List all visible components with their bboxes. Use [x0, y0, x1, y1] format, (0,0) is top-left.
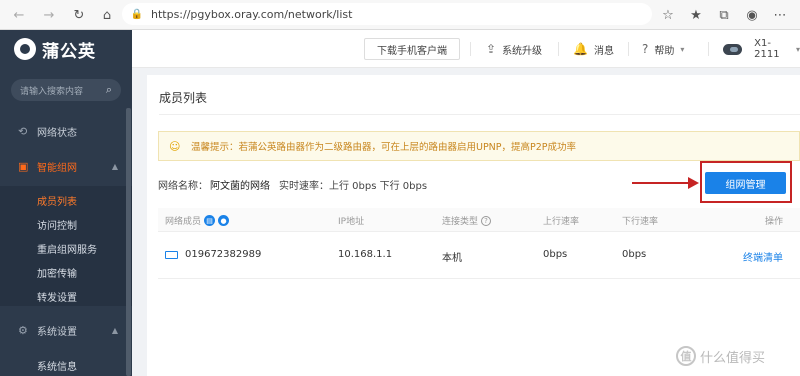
column-header-upload: 上行速率: [543, 214, 579, 227]
sidebar-subitem-access-control[interactable]: 访问控制: [0, 213, 132, 235]
address-bar[interactable]: 🔒 https://pgybox.oray.com/network/list: [122, 3, 652, 25]
sidebar-item-label: 网络状态: [37, 127, 77, 139]
cell-member: 019672382989: [165, 249, 261, 260]
cell-upload-speed: 0bps: [543, 249, 568, 260]
divider: [158, 278, 800, 279]
column-header-label: 下行速率: [622, 217, 659, 227]
back-icon[interactable]: ←: [6, 2, 32, 28]
annotation-arrow-head: [688, 177, 699, 189]
sidebar-scrollbar[interactable]: [126, 108, 131, 376]
column-header-ip: IP地址: [338, 214, 364, 227]
help-icon: ?: [642, 42, 649, 56]
column-header-label: 上行速率: [543, 217, 580, 227]
network-status-icon: ⟲: [18, 124, 28, 138]
sidebar-subitem-member-list[interactable]: 成员列表: [0, 189, 132, 211]
sidebar-search-input[interactable]: 请输入搜索内容 ⌕: [11, 79, 121, 101]
annotation-highlight-box: [700, 161, 792, 203]
device-name: X1-2111: [754, 38, 780, 60]
annotation-arrow: [632, 182, 690, 184]
network-icon: ▣: [18, 159, 29, 173]
chevron-up-icon: ▲: [111, 325, 118, 335]
chevron-down-icon: ▾: [795, 44, 800, 54]
refresh-icon[interactable]: ↻: [66, 2, 92, 28]
header-divider: [708, 42, 709, 56]
sidebar-item-network-status[interactable]: ⟲ 网络状态: [0, 117, 132, 145]
smile-icon: ☺: [169, 139, 181, 153]
router-device-icon: [723, 43, 743, 55]
network-name: 网络名称： 阿文菌的网络: [158, 177, 270, 192]
question-icon[interactable]: ?: [481, 215, 492, 226]
network-name-value: 阿文菌的网络: [210, 181, 270, 192]
device-group-icon[interactable]: ▤: [204, 215, 216, 226]
cell-connection-type: 本机: [442, 253, 462, 264]
header-divider: [558, 42, 559, 56]
column-header-label: 网络成员: [165, 217, 202, 227]
system-upgrade-label: 系统升级: [502, 45, 543, 57]
user-icon[interactable]: ●: [218, 215, 230, 226]
app-header: 蒲公英 下载手机客户端 ⇪ 系统升级 🔔 消息 ? 帮助 ▾ X1-2111 ▾: [0, 30, 800, 68]
watermark-text: 什么值得买: [700, 350, 766, 366]
logo[interactable]: 蒲公英: [0, 30, 132, 68]
header-divider: [628, 42, 629, 56]
help-menu[interactable]: ? 帮助 ▾: [642, 30, 684, 68]
forward-icon[interactable]: →: [36, 2, 62, 28]
column-header-label: 操作: [765, 217, 784, 227]
member-sn: 019672382989: [185, 249, 262, 260]
bell-icon: 🔔: [573, 42, 588, 56]
column-header-label: 连接类型: [442, 217, 479, 227]
sidebar-subitem-restart-service[interactable]: 重启组网服务: [0, 237, 132, 259]
tip-text: 温馨提示：若蒲公英路由器作为二级路由器，可在上层的路由器启用UPNP，提高P2P…: [191, 142, 577, 153]
favorites-bar-icon[interactable]: ★: [682, 2, 710, 28]
column-header-action: 操作: [765, 214, 783, 227]
more-icon[interactable]: ⋯: [766, 2, 794, 28]
column-header-download: 下行速率: [622, 214, 658, 227]
network-name-label: 网络名称：: [158, 181, 208, 192]
sidebar-item-label: 智能组网: [37, 162, 77, 174]
messages-label: 消息: [593, 45, 614, 57]
divider: [159, 114, 800, 115]
download-app-button[interactable]: 下载手机客户端: [364, 38, 460, 60]
logo-text: 蒲公英: [42, 41, 96, 62]
sidebar-subitem-system-info[interactable]: 系统信息: [0, 354, 132, 376]
member-list-card: 成员列表 ☺ 温馨提示：若蒲公英路由器作为二级路由器，可在上层的路由器启用UPN…: [147, 75, 800, 376]
browser-toolbar: ← → ↻ ⌂ 🔒 https://pgybox.oray.com/networ…: [0, 0, 800, 30]
sidebar-subitem-encryption[interactable]: 加密传输: [0, 261, 132, 283]
sidebar: 请输入搜索内容 ⌕ ⟲ 网络状态 ▣ 智能组网 ▲ 成员列表 访问控制 重启组网…: [0, 68, 132, 376]
home-icon[interactable]: ⌂: [94, 2, 120, 28]
chevron-up-icon: ▲: [111, 161, 118, 171]
messages-button[interactable]: 🔔 消息: [573, 30, 614, 68]
rocket-icon: ⇪: [486, 42, 497, 56]
lock-icon[interactable]: 🔒: [130, 7, 144, 21]
router-icon: [165, 250, 178, 259]
cell-ip: 10.168.1.1: [338, 249, 393, 260]
gear-icon: ⚙: [18, 323, 28, 337]
search-placeholder: 请输入搜索内容: [20, 86, 84, 97]
column-header-connection-type: 连接类型 ?: [442, 214, 492, 227]
system-upgrade-button[interactable]: ⇪ 系统升级: [486, 30, 542, 68]
collections-icon[interactable]: ⧉: [710, 2, 738, 28]
column-header-member: 网络成员 ▤ ●: [165, 214, 230, 227]
terminal-list-link[interactable]: 终端清单: [743, 249, 783, 264]
column-header-label: IP地址: [338, 217, 365, 227]
tip-banner: ☺ 温馨提示：若蒲公英路由器作为二级路由器，可在上层的路由器启用UPNP，提高P…: [158, 131, 800, 161]
header-divider: [470, 42, 471, 56]
sidebar-item-smart-network[interactable]: ▣ 智能组网 ▲: [0, 152, 132, 180]
favorite-icon[interactable]: ☆: [654, 2, 682, 28]
url-text: https://pgybox.oray.com/network/list: [151, 7, 353, 21]
watermark: 值 什么值得买: [676, 346, 765, 366]
profile-icon[interactable]: ◉: [738, 2, 766, 28]
watermark-logo-icon: 值: [676, 346, 696, 366]
help-label: 帮助: [654, 45, 675, 57]
sidebar-item-label: 系统设置: [37, 326, 77, 338]
sidebar-subitem-forwarding[interactable]: 转发设置: [0, 285, 132, 307]
chevron-down-icon: ▾: [680, 44, 685, 54]
sidebar-item-system-settings[interactable]: ⚙ 系统设置 ▲: [0, 316, 132, 344]
browser-actions: ☆ ★ ⧉ ◉ ⋯: [654, 2, 794, 28]
page-title: 成员列表: [159, 91, 208, 105]
realtime-speed: 实时速率：上行 0bps 下行 0bps: [279, 181, 428, 192]
logo-icon: [14, 38, 36, 60]
search-icon[interactable]: ⌕: [106, 83, 112, 97]
cell-download-speed: 0bps: [622, 249, 647, 260]
device-menu[interactable]: X1-2111 ▾: [723, 30, 800, 68]
